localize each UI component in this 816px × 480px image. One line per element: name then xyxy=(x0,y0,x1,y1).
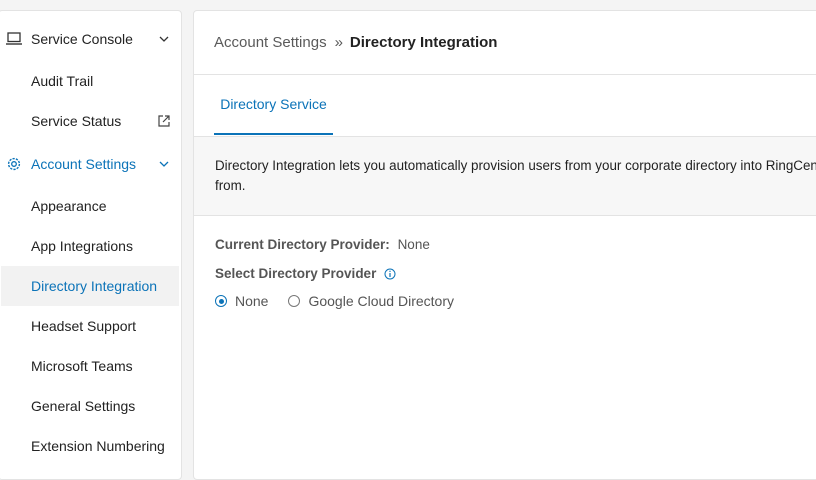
chevron-down-icon[interactable] xyxy=(157,32,171,46)
sidebar-item-general-settings[interactable]: General Settings xyxy=(1,386,179,426)
radio-button-google-cloud-directory[interactable] xyxy=(288,295,301,307)
description-panel: Directory Integration lets you automatic… xyxy=(194,137,816,215)
tab-directory-service[interactable]: Directory Service xyxy=(214,75,333,135)
sidebar-item-label: Appearance xyxy=(31,198,107,214)
gear-icon xyxy=(7,157,21,171)
radio-button-none[interactable] xyxy=(215,295,227,307)
sidebar-item-extension-numbering[interactable]: Extension Numbering xyxy=(1,426,179,466)
radio-option-none[interactable]: None xyxy=(215,293,268,309)
breadcrumb: Account Settings » Directory Integration xyxy=(214,34,497,51)
breadcrumb-separator-icon: » xyxy=(334,34,343,51)
page-title: Directory Integration xyxy=(349,34,498,51)
info-icon[interactable] xyxy=(384,268,396,280)
sidebar-item-label: Service Status xyxy=(31,113,122,129)
sidebar-item-label: General Settings xyxy=(31,398,136,414)
chevron-down-icon[interactable] xyxy=(157,157,171,171)
select-provider-label: Select Directory Provider xyxy=(215,266,377,281)
laptop-icon xyxy=(6,32,22,45)
radio-label: Google Cloud Directory xyxy=(308,293,454,309)
external-link-icon[interactable] xyxy=(157,114,171,128)
sidebar-item-microsoft-teams[interactable]: Microsoft Teams xyxy=(1,346,179,386)
radio-option-google-cloud-directory[interactable]: Google Cloud Directory xyxy=(288,293,454,309)
sidebar-item-label: Microsoft Teams xyxy=(31,358,133,374)
current-provider-field: Current Directory Provider: None xyxy=(215,237,430,252)
provider-radio-group: None Google Cloud Directory xyxy=(215,293,454,309)
sidebar-item-label: Directory Integration xyxy=(31,278,158,294)
divider xyxy=(194,215,816,216)
sidebar-item-service-console[interactable]: Service Console xyxy=(1,19,179,59)
select-provider-field: Select Directory Provider xyxy=(215,266,396,281)
sidebar: Service Console Audit Trail Service Stat… xyxy=(0,10,182,480)
sidebar-item-label: Service Console xyxy=(31,31,133,47)
sidebar-item-account-settings[interactable]: Account Settings xyxy=(1,144,179,184)
sidebar-item-service-status[interactable]: Service Status xyxy=(1,101,179,141)
breadcrumb-parent-link[interactable]: Account Settings xyxy=(214,34,327,51)
sidebar-item-appearance[interactable]: Appearance xyxy=(1,186,179,226)
sidebar-item-audit-trail[interactable]: Audit Trail xyxy=(1,61,179,101)
description-line: from. xyxy=(215,178,246,193)
main-panel: Account Settings » Directory Integration… xyxy=(193,10,816,480)
current-provider-label: Current Directory Provider: xyxy=(215,237,390,252)
sidebar-item-directory-integration[interactable]: Directory Integration xyxy=(1,266,179,306)
sidebar-item-headset-support[interactable]: Headset Support xyxy=(1,306,179,346)
sidebar-item-app-integrations[interactable]: App Integrations xyxy=(1,226,179,266)
sidebar-item-label: Extension Numbering xyxy=(31,438,165,454)
sidebar-item-label: Account Settings xyxy=(31,156,137,172)
current-provider-value: None xyxy=(397,237,430,252)
sidebar-item-label: App Integrations xyxy=(31,238,133,254)
sidebar-item-label: Headset Support xyxy=(31,318,137,334)
radio-label: None xyxy=(235,293,269,309)
description-line: Directory Integration lets you automatic… xyxy=(215,158,816,173)
sidebar-item-label: Audit Trail xyxy=(31,73,94,89)
description-text: Directory Integration lets you automatic… xyxy=(215,156,816,196)
